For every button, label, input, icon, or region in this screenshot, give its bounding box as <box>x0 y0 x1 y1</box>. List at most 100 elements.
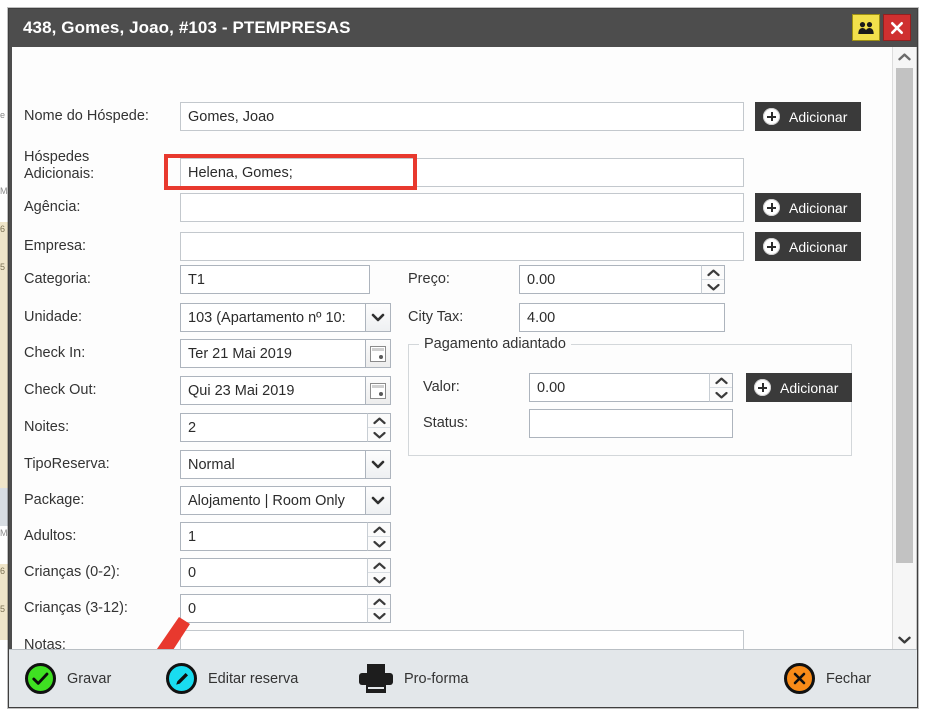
price-spinner-up[interactable] <box>702 266 724 279</box>
chevron-down-icon[interactable] <box>365 486 391 515</box>
advance-payment-group: Pagamento adiantado Valor: 0.00 <box>408 344 852 456</box>
advance-status-input[interactable] <box>529 409 733 438</box>
guest-name-input[interactable]: Gomes, Joao <box>180 102 744 131</box>
check-in-datepicker[interactable]: Ter 21 Mai 2019 <box>180 339 391 368</box>
add-agency-label: Adicionar <box>789 200 847 216</box>
reservation-dialog: 438, Gomes, Joao, #103 - PTEMPRESAS <box>8 8 918 708</box>
additional-guests-input[interactable]: Helena, Gomes; <box>180 158 744 187</box>
check-in-input[interactable]: Ter 21 Mai 2019 <box>180 339 365 368</box>
field-additional-guests: Hóspedes Adicionais: Helena, Gomes; <box>24 148 744 187</box>
children-3-12-spinner-down[interactable] <box>368 608 390 622</box>
calendar-icon[interactable] <box>365 376 391 405</box>
price-spinner[interactable] <box>701 265 725 294</box>
dialog-body: Nome do Hóspede: Gomes, Joao Adicionar H… <box>9 47 917 649</box>
children-3-12-stepper: 0 <box>180 594 391 623</box>
advance-status-label: Status: <box>423 415 529 432</box>
close-icon[interactable] <box>883 14 911 41</box>
city-tax-label: City Tax: <box>408 309 519 326</box>
adults-spinner-up[interactable] <box>368 523 390 536</box>
field-package: Package: Alojamento | Room Only <box>24 486 391 515</box>
field-price: Preço: 0.00 <box>408 265 725 294</box>
field-city-tax: City Tax: 4.00 <box>408 303 725 332</box>
plus-icon <box>763 199 780 216</box>
children-0-2-stepper: 0 <box>180 558 391 587</box>
chevron-down-icon[interactable] <box>365 303 391 332</box>
price-input[interactable]: 0.00 <box>519 265 701 294</box>
category-input[interactable]: T1 <box>180 265 370 294</box>
chevron-down-icon[interactable] <box>365 450 391 479</box>
city-tax-input[interactable]: 4.00 <box>519 303 725 332</box>
notes-textarea[interactable] <box>180 630 744 649</box>
scroll-down-button[interactable] <box>893 630 916 649</box>
children-0-2-input[interactable]: 0 <box>180 558 367 587</box>
children-3-12-spinner-up[interactable] <box>368 595 390 608</box>
adults-spinner[interactable] <box>367 522 391 551</box>
plus-icon <box>754 379 771 396</box>
unit-value: 103 (Apartamento nº 10: <box>180 303 365 332</box>
scroll-up-button[interactable] <box>893 47 916 66</box>
field-check-in: Check In: Ter 21 Mai 2019 <box>24 339 391 368</box>
save-button[interactable]: Gravar <box>25 663 111 694</box>
edit-reservation-button[interactable]: Editar reserva <box>166 663 298 694</box>
check-out-input[interactable]: Qui 23 Mai 2019 <box>180 376 365 405</box>
category-label: Categoria: <box>24 271 180 288</box>
agency-input[interactable] <box>180 193 744 222</box>
price-spinner-down[interactable] <box>702 279 724 293</box>
check-out-label: Check Out: <box>24 382 180 399</box>
guest-name-label: Nome do Hóspede: <box>24 108 180 125</box>
scrollbar-thumb[interactable] <box>896 68 913 563</box>
adults-label: Adultos: <box>24 528 180 545</box>
adults-input[interactable]: 1 <box>180 522 367 551</box>
advance-amount-spinner-down[interactable] <box>710 387 732 401</box>
nights-spinner-down[interactable] <box>368 427 390 441</box>
guest-name-add-row: Adicionar <box>755 102 861 131</box>
close-dialog-button[interactable]: Fechar <box>784 663 871 694</box>
plus-icon <box>763 108 780 125</box>
add-company-label: Adicionar <box>789 239 847 255</box>
pencil-icon <box>166 663 197 694</box>
package-label: Package: <box>24 492 180 509</box>
agency-add-row: Adicionar <box>755 193 861 222</box>
advance-amount-spinner[interactable] <box>709 373 733 402</box>
check-icon <box>25 663 56 694</box>
unit-dropdown[interactable]: 103 (Apartamento nº 10: <box>180 303 391 332</box>
reservation-form: Nome do Hóspede: Gomes, Joao Adicionar H… <box>12 47 892 649</box>
advance-amount-input[interactable]: 0.00 <box>529 373 709 402</box>
reservation-type-value: Normal <box>180 450 365 479</box>
agency-label: Agência: <box>24 199 180 216</box>
calendar-icon[interactable] <box>365 339 391 368</box>
nights-spinner-up[interactable] <box>368 414 390 427</box>
check-out-datepicker[interactable]: Qui 23 Mai 2019 <box>180 376 391 405</box>
advance-payment-legend: Pagamento adiantado <box>419 336 571 352</box>
guests-icon[interactable] <box>852 14 880 41</box>
adults-spinner-down[interactable] <box>368 536 390 550</box>
reservation-type-dropdown[interactable]: Normal <box>180 450 391 479</box>
add-guest-name-button[interactable]: Adicionar <box>755 102 861 131</box>
form-scrollbar[interactable] <box>892 47 916 649</box>
nights-input[interactable]: 2 <box>180 413 367 442</box>
add-company-button[interactable]: Adicionar <box>755 232 861 261</box>
children-0-2-spinner[interactable] <box>367 558 391 587</box>
children-0-2-spinner-up[interactable] <box>368 559 390 572</box>
children-3-12-input[interactable]: 0 <box>180 594 367 623</box>
children-0-2-label: Crianças (0-2): <box>24 564 180 581</box>
field-nights: Noites: 2 <box>24 413 391 442</box>
add-agency-button[interactable]: Adicionar <box>755 193 861 222</box>
dialog-title: 438, Gomes, Joao, #103 - PTEMPRESAS <box>9 18 351 38</box>
unit-label: Unidade: <box>24 309 180 326</box>
field-adults: Adultos: 1 <box>24 522 391 551</box>
nights-stepper: 2 <box>180 413 391 442</box>
nights-spinner[interactable] <box>367 413 391 442</box>
advance-amount-spinner-up[interactable] <box>710 374 732 387</box>
scrollbar-track[interactable] <box>893 66 916 630</box>
notes-label: Notas: <box>24 630 180 649</box>
add-advance-payment-button[interactable]: Adicionar <box>746 373 852 402</box>
proforma-button[interactable]: Pro-forma <box>359 664 468 694</box>
additional-guests-label: Hóspedes Adicionais: <box>24 148 180 183</box>
package-dropdown[interactable]: Alojamento | Room Only <box>180 486 391 515</box>
nights-label: Noites: <box>24 419 180 436</box>
company-input[interactable] <box>180 232 744 261</box>
add-guest-name-label: Adicionar <box>789 109 847 125</box>
children-3-12-spinner[interactable] <box>367 594 391 623</box>
children-0-2-spinner-down[interactable] <box>368 572 390 586</box>
